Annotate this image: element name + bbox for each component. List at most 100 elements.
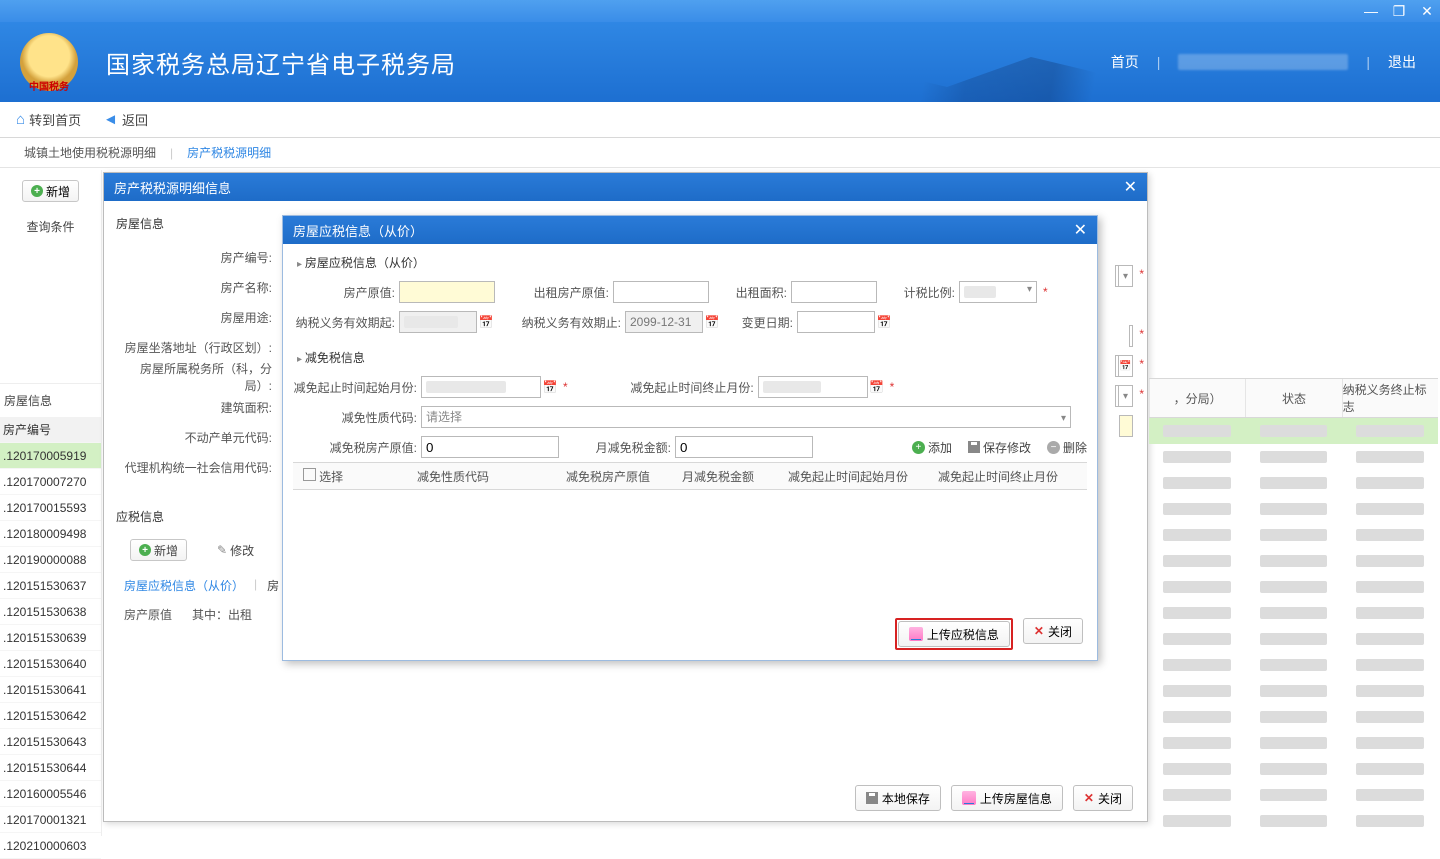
input-jmstart[interactable] <box>421 376 541 398</box>
delete-link[interactable]: −删除 <box>1047 439 1087 456</box>
left-sidebar: +新增 查询条件 房屋信息 房产编号 .120170005919.1201700… <box>0 170 102 836</box>
section-reduction[interactable]: 减免税信息 <box>293 343 1087 372</box>
input-jmfcyz[interactable] <box>421 436 559 458</box>
table-row[interactable] <box>1149 470 1438 496</box>
table-row[interactable] <box>1149 756 1438 782</box>
lbl-fcbh: 房产编号: <box>116 249 276 266</box>
table-row[interactable] <box>1149 522 1438 548</box>
minimize-icon[interactable]: — <box>1364 4 1378 18</box>
local-save-button[interactable]: 本地保存 <box>855 785 941 811</box>
property-id-row[interactable]: .120170001321 <box>0 807 101 833</box>
dialog2-close-button[interactable]: ✕关闭 <box>1023 618 1083 644</box>
close-window-icon[interactable]: ✕ <box>1420 4 1434 18</box>
table-row[interactable] <box>1149 652 1438 678</box>
upload-tax-button[interactable]: 上传应税信息 <box>898 621 1010 647</box>
property-id-row[interactable]: .120151530640 <box>0 651 101 677</box>
dialog1-close-button[interactable]: ✕关闭 <box>1073 785 1133 811</box>
redacted-cell <box>1260 477 1327 489</box>
subtab-from-price[interactable]: 房屋应税信息（从价） <box>124 577 244 594</box>
calendar-icon[interactable]: 📅 <box>703 315 721 329</box>
redacted-cell <box>1260 711 1327 723</box>
table-row[interactable] <box>1149 808 1438 834</box>
input-czmj[interactable] <box>791 281 877 303</box>
table-row[interactable] <box>1149 730 1438 756</box>
property-id-row[interactable]: .120151530638 <box>0 599 101 625</box>
go-back-link[interactable]: ◄返回 <box>103 110 148 129</box>
table-row[interactable] <box>1149 704 1438 730</box>
chevron-down-icon[interactable]: ▾ <box>1119 385 1133 407</box>
upload-icon <box>909 627 923 641</box>
redacted-cell <box>1356 503 1423 515</box>
property-id-row[interactable]: .120160005546 <box>0 781 101 807</box>
redacted-cell <box>1356 711 1423 723</box>
table-row[interactable] <box>1149 600 1438 626</box>
property-id-row[interactable]: .120180009498 <box>0 521 101 547</box>
subtab-b[interactable]: 房 <box>267 577 279 594</box>
table-row[interactable] <box>1149 626 1438 652</box>
table-row[interactable] <box>1149 574 1438 600</box>
plus-icon: + <box>31 185 43 197</box>
calendar-icon[interactable]: 📅 <box>868 380 886 394</box>
table-row[interactable] <box>1149 418 1438 444</box>
input-yjmje[interactable] <box>675 436 813 458</box>
section-taxinfo[interactable]: 房屋应税信息（从价） <box>293 248 1087 277</box>
select-jmxz[interactable]: 请选择 <box>421 406 1071 428</box>
select-all-checkbox[interactable] <box>303 468 316 481</box>
redacted-cell <box>1356 633 1423 645</box>
input-jmend[interactable] <box>758 376 868 398</box>
dialog2-close-icon[interactable]: ✕ <box>1074 220 1087 240</box>
chevron-down-icon[interactable]: ▾ <box>1119 265 1133 287</box>
property-id-row[interactable]: .120151530637 <box>0 573 101 599</box>
maximize-icon[interactable]: ❐ <box>1392 4 1406 18</box>
property-id-row[interactable]: .120151530641 <box>0 677 101 703</box>
property-id-row[interactable]: .120190000088 <box>0 547 101 573</box>
redacted-cell <box>1260 503 1327 515</box>
dialog2-title: 房屋应税信息（从价） <box>293 221 423 240</box>
calendar-icon[interactable]: 📅 <box>541 380 559 394</box>
go-home-link[interactable]: ⌂转到首页 <box>16 110 81 129</box>
redacted-cell <box>1163 633 1230 645</box>
add-link[interactable]: +添加 <box>912 439 952 456</box>
input-fcyz[interactable] <box>399 281 495 303</box>
table-row[interactable] <box>1149 782 1438 808</box>
redacted-cell <box>1356 555 1423 567</box>
save-icon <box>968 441 980 453</box>
lbl-fcyz: 房产原值: <box>293 284 399 301</box>
nav-home-link[interactable]: 首页 <box>1111 52 1139 72</box>
redacted-cell <box>1260 633 1327 645</box>
add-button[interactable]: +新增 <box>22 180 79 202</box>
tab-property-tax[interactable]: 房产税税源明细 <box>187 144 271 161</box>
calendar-icon[interactable]: 📅 <box>1119 355 1133 377</box>
redacted-cell <box>1163 789 1230 801</box>
upload-house-button[interactable]: 上传房屋信息 <box>951 785 1063 811</box>
tax-add-button[interactable]: +新增 <box>130 539 187 561</box>
navbar: ⌂转到首页 ◄返回 <box>0 102 1440 138</box>
property-id-row[interactable]: .120151530643 <box>0 729 101 755</box>
property-id-row[interactable]: .120151530644 <box>0 755 101 781</box>
table-row[interactable] <box>1149 548 1438 574</box>
table-row[interactable] <box>1149 444 1438 470</box>
minus-icon: − <box>1047 441 1060 454</box>
calendar-icon[interactable]: 📅 <box>875 315 893 329</box>
input-czfcyz[interactable] <box>613 281 709 303</box>
logout-link[interactable]: 退出 <box>1388 52 1416 72</box>
property-id-row[interactable]: .120170005919 <box>0 443 101 469</box>
query-conditions-label: 查询条件 <box>0 210 101 243</box>
tab-land-tax[interactable]: 城镇土地使用税税源明细 <box>24 144 156 161</box>
lbl-jzmj: 建筑面积: <box>116 399 276 416</box>
input-bgrq[interactable] <box>797 311 875 333</box>
save-link[interactable]: 保存修改 <box>968 439 1031 456</box>
property-id-row[interactable]: .120170007270 <box>0 469 101 495</box>
property-id-row[interactable]: .120151530642 <box>0 703 101 729</box>
dialog1-close-icon[interactable]: ✕ <box>1124 177 1137 197</box>
tax-edit-button[interactable]: ✎修改 <box>217 542 254 559</box>
calendar-icon[interactable]: 📅 <box>477 315 495 329</box>
property-id-row[interactable]: .120170015593 <box>0 495 101 521</box>
property-id-row[interactable]: .120210000603 <box>0 833 101 859</box>
table-row[interactable] <box>1149 678 1438 704</box>
redacted-cell <box>1356 659 1423 671</box>
redacted-cell <box>1163 425 1230 437</box>
select-jsbl[interactable] <box>959 281 1037 303</box>
property-id-row[interactable]: .120151530639 <box>0 625 101 651</box>
table-row[interactable] <box>1149 496 1438 522</box>
